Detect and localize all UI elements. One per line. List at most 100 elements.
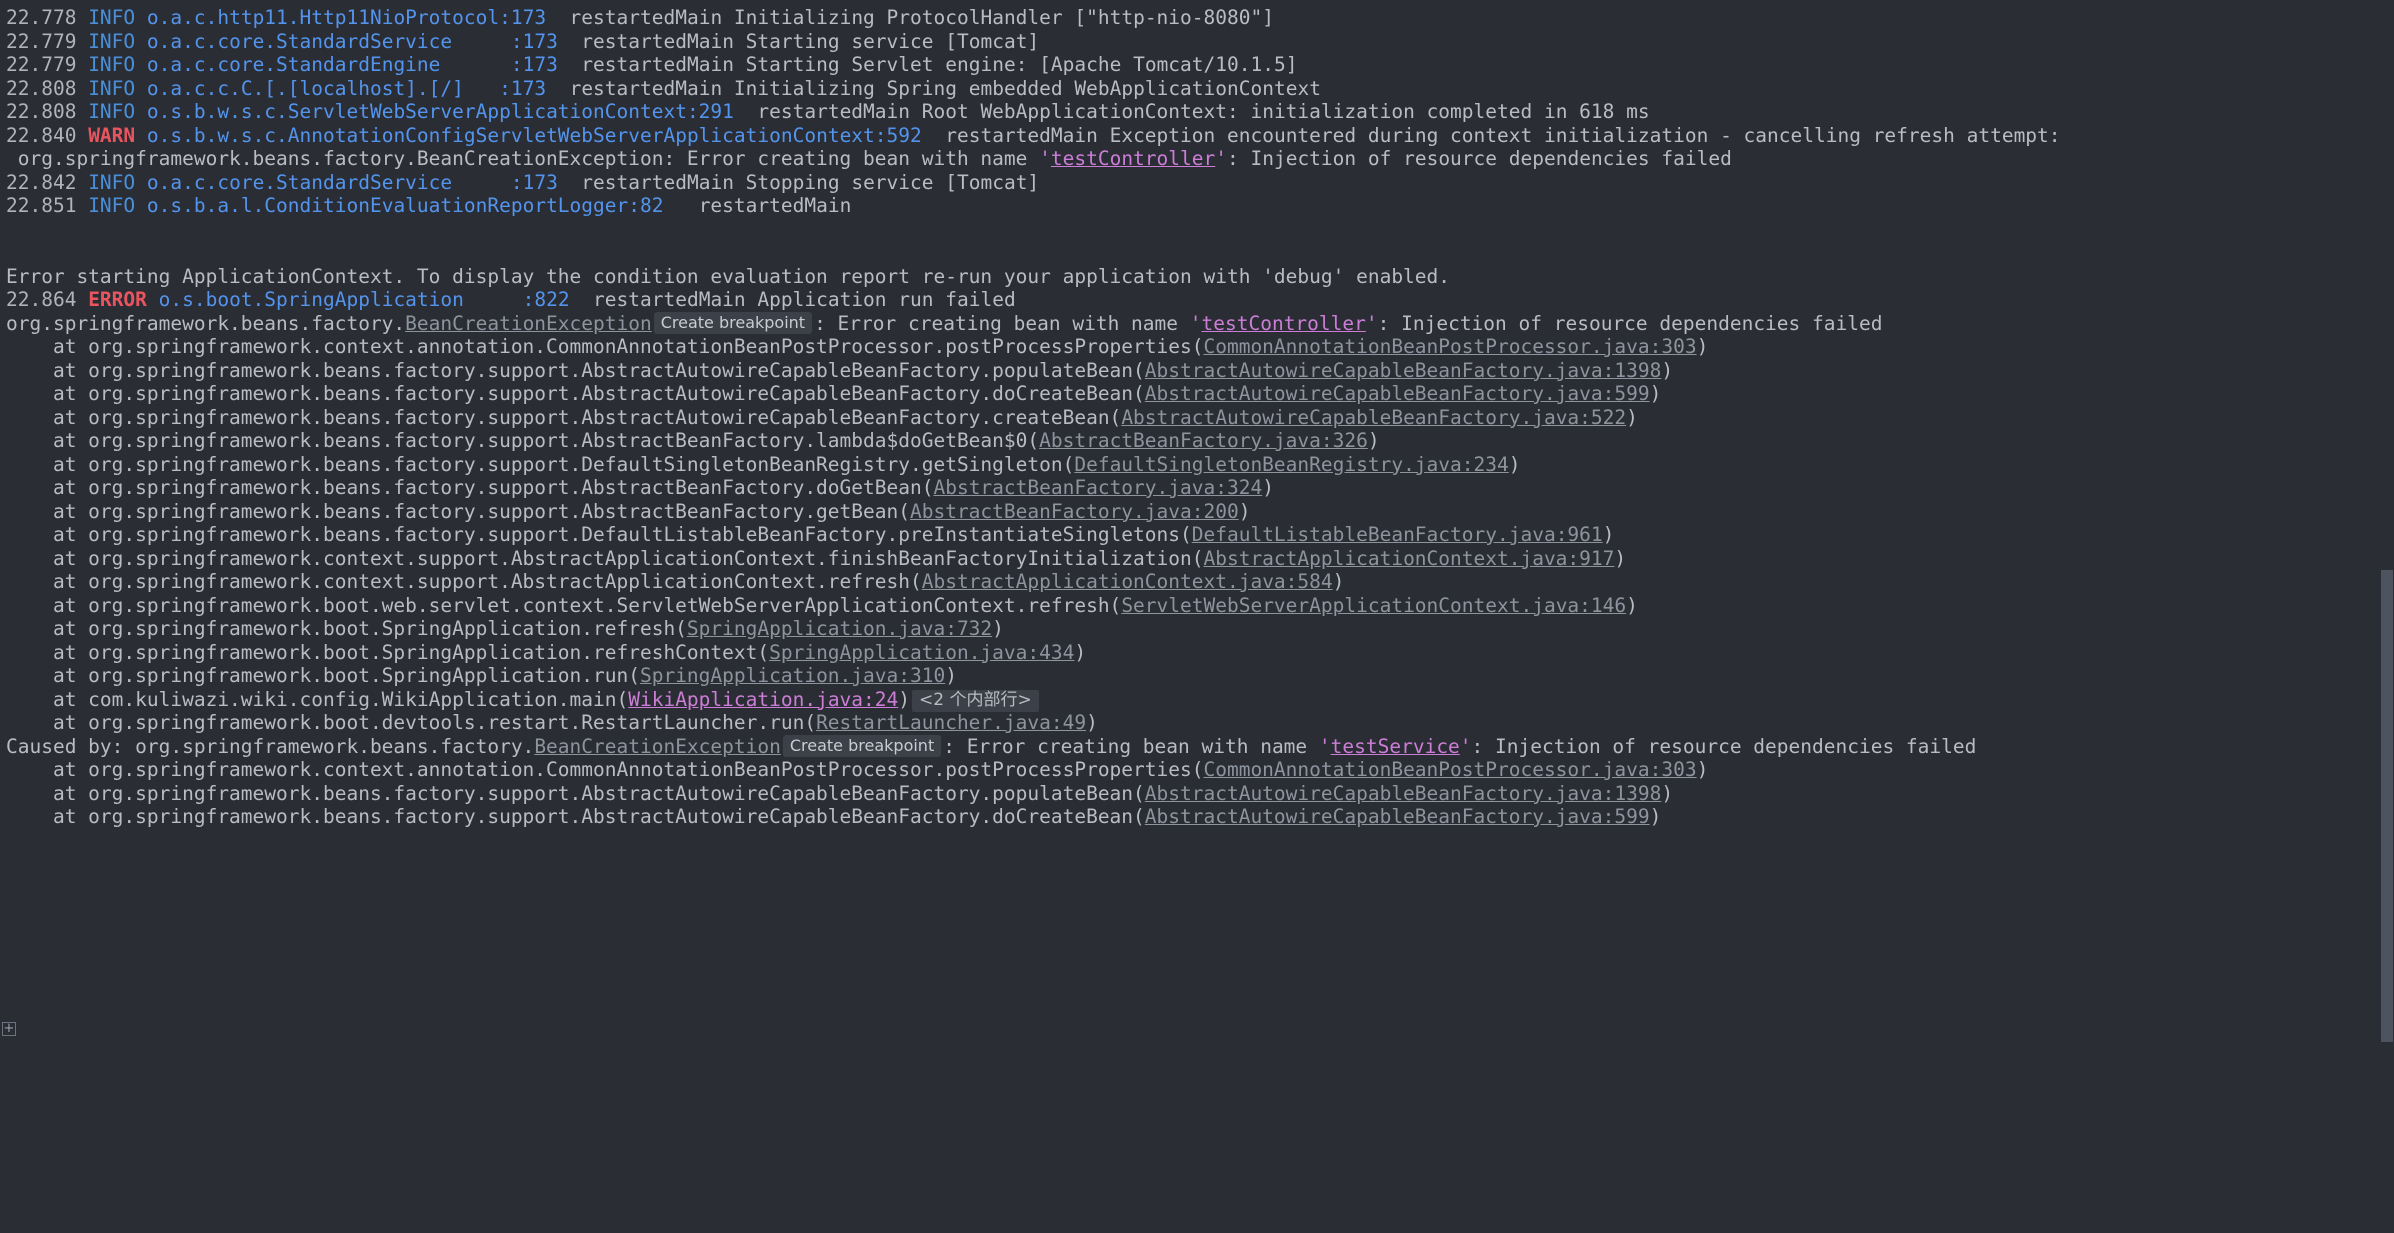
log-segment-link[interactable]: AbstractApplicationContext.java:584 (922, 570, 1333, 593)
log-segment-plain: ) (1626, 593, 1638, 617)
log-segment-plain: : Error creating bean with name (943, 734, 1319, 758)
console-line[interactable]: at org.springframework.beans.factory.sup… (0, 406, 2394, 430)
log-segment-info: INFO (88, 6, 136, 29)
log-segment-time: 22.808 (6, 100, 89, 123)
log-segment-info: INFO (88, 53, 136, 76)
log-segment-link[interactable]: SpringApplication.java:434 (769, 641, 1074, 664)
log-segment-link[interactable]: AbstractBeanFactory.java:326 (1039, 429, 1368, 452)
console-line[interactable]: at org.springframework.beans.factory.sup… (0, 429, 2394, 453)
log-segment-link[interactable]: AbstractAutowireCapableBeanFactory.java:… (1145, 782, 1662, 805)
log-segment-link[interactable]: BeanCreationException (405, 312, 652, 335)
console-line[interactable]: at org.springframework.beans.factory.sup… (0, 476, 2394, 500)
log-segment-hot[interactable]: testService (1331, 735, 1460, 758)
log-segment-link[interactable]: DefaultListableBeanFactory.java:961 (1192, 523, 1603, 546)
log-segment-lineno: :173 (510, 29, 558, 53)
create-breakpoint-badge[interactable]: Create breakpoint (653, 311, 813, 334)
console-line[interactable]: 22.779 INFO o.a.c.core.StandardService :… (0, 30, 2394, 54)
log-segment-hot[interactable]: testController (1202, 312, 1366, 335)
log-segment-plain: ) (1626, 405, 1638, 429)
console-line[interactable]: 22.842 INFO o.a.c.core.StandardService :… (0, 171, 2394, 195)
vertical-scrollbar-thumb[interactable] (2381, 570, 2393, 1042)
log-segment-link[interactable]: AbstractAutowireCapableBeanFactory.java:… (1121, 406, 1626, 429)
log-segment-logger: o.a.c.c.C.[.[localhost].[/] (146, 76, 464, 100)
log-segment-plain (135, 171, 147, 194)
log-segment-link[interactable]: AbstractAutowireCapableBeanFactory.java:… (1145, 382, 1650, 405)
log-segment-hotq: ' (1215, 147, 1227, 170)
log-segment-msg: restartedMain Initializing ProtocolHandl… (546, 6, 1274, 29)
console-line[interactable]: at org.springframework.boot.SpringApplic… (0, 641, 2394, 665)
log-segment-msg: restartedMain Starting service [Tomcat] (557, 29, 1040, 53)
console-line[interactable]: at org.springframework.context.annotatio… (0, 335, 2394, 359)
console-line[interactable]: at org.springframework.beans.factory.sup… (0, 523, 2394, 547)
console-line[interactable]: at org.springframework.beans.factory.sup… (0, 805, 2394, 829)
log-segment-link[interactable]: AbstractBeanFactory.java:324 (933, 476, 1262, 499)
log-segment-plain (6, 241, 18, 264)
log-segment-lineno: :173 (510, 170, 558, 194)
console-line[interactable]: Error starting ApplicationContext. To di… (0, 265, 2394, 289)
console-line[interactable]: 22.808 INFO o.a.c.c.C.[.[localhost].[/] … (0, 77, 2394, 101)
console-line[interactable] (0, 241, 2394, 265)
log-segment-info: INFO (88, 100, 136, 123)
console-line[interactable]: org.springframework.beans.factory.BeanCr… (0, 311, 2394, 336)
console-line[interactable]: 22.778 INFO o.a.c.http11.Http11NioProtoc… (0, 6, 2394, 30)
log-segment-link[interactable]: AbstractApplicationContext.java:917 (1203, 547, 1614, 570)
log-segment-plain (135, 100, 147, 123)
console-line[interactable]: at org.springframework.beans.factory.sup… (0, 453, 2394, 477)
console-line[interactable] (0, 218, 2394, 242)
console-line[interactable]: at org.springframework.boot.web.servlet.… (0, 594, 2394, 618)
log-segment-plain (147, 288, 159, 311)
console-line[interactable]: at org.springframework.boot.SpringApplic… (0, 664, 2394, 688)
console-line[interactable]: at org.springframework.context.annotatio… (0, 758, 2394, 782)
console-line[interactable]: 22.864 ERROR o.s.boot.SpringApplication … (0, 288, 2394, 312)
log-segment-link[interactable]: AbstractAutowireCapableBeanFactory.java:… (1145, 805, 1650, 828)
log-segment-link[interactable]: CommonAnnotationBeanPostProcessor.java:3… (1203, 335, 1696, 358)
log-segment-link[interactable]: DefaultSingletonBeanRegistry.java:234 (1074, 453, 1508, 476)
log-segment-link[interactable]: SpringApplication.java:310 (640, 664, 945, 687)
log-segment-plain (464, 77, 499, 100)
log-segment-hot[interactable]: testController (1051, 147, 1215, 170)
log-segment-plain: at org.springframework.beans.factory.sup… (6, 805, 1145, 828)
log-segment-time: 22.779 (6, 53, 89, 76)
console-line[interactable]: at org.springframework.beans.factory.sup… (0, 782, 2394, 806)
run-console-panel[interactable]: + 22.778 INFO o.a.c.http11.Http11NioProt… (0, 0, 2394, 1233)
vertical-scrollbar-track[interactable] (2380, 0, 2394, 1233)
create-breakpoint-badge[interactable]: Create breakpoint (782, 734, 942, 757)
log-segment-hotq: ' (1459, 734, 1472, 758)
log-segment-msg: restartedMain Application run failed (569, 288, 1016, 311)
log-segment-link[interactable]: SpringApplication.java:732 (687, 617, 992, 640)
console-line[interactable]: at org.springframework.boot.devtools.res… (0, 711, 2394, 735)
log-segment-plain (6, 218, 18, 241)
log-segment-link[interactable]: ServletWebServerApplicationContext.java:… (1121, 594, 1626, 617)
expand-fold-icon[interactable]: + (2, 1022, 16, 1036)
console-line[interactable]: at org.springframework.boot.SpringApplic… (0, 617, 2394, 641)
log-segment-link[interactable]: CommonAnnotationBeanPostProcessor.java:3… (1203, 758, 1696, 781)
log-segment-link[interactable]: AbstractAutowireCapableBeanFactory.java:… (1145, 359, 1662, 382)
log-segment-hotq: ' (1365, 311, 1378, 335)
console-line[interactable]: at org.springframework.beans.factory.sup… (0, 382, 2394, 406)
log-segment-hotq: ' (1318, 734, 1331, 758)
log-segment-logger: o.a.c.core.StandardService (146, 29, 453, 53)
collapsed-internal-frames-badge[interactable]: <2 个内部行> (912, 689, 1039, 712)
console-line[interactable]: at org.springframework.beans.factory.sup… (0, 500, 2394, 524)
console-line[interactable]: 22.851 INFO o.s.b.a.l.ConditionEvaluatio… (0, 194, 2394, 218)
console-line[interactable]: 22.808 INFO o.s.b.w.s.c.ServletWebServer… (0, 100, 2394, 124)
console-line[interactable]: 22.840 WARN o.s.b.w.s.c.AnnotationConfig… (0, 124, 2394, 148)
log-segment-link[interactable]: BeanCreationException (534, 735, 781, 758)
log-segment-hot[interactable]: WikiApplication.java:24 (628, 688, 898, 711)
log-segment-plain: ) (1238, 499, 1251, 523)
log-segment-link[interactable]: RestartLauncher.java:49 (816, 711, 1086, 734)
console-line[interactable]: Caused by: org.springframework.beans.fac… (0, 734, 2394, 759)
log-segment-plain: ) (945, 664, 957, 687)
log-segment-msg: restartedMain Exception encountered duri… (921, 123, 2061, 147)
log-segment-time: 22.864 (6, 288, 89, 311)
log-segment-lineno: :173 (510, 53, 558, 76)
console-line[interactable]: at org.springframework.beans.factory.sup… (0, 359, 2394, 383)
console-line[interactable]: at org.springframework.context.support.A… (0, 570, 2394, 594)
console-line[interactable]: at org.springframework.context.support.A… (0, 547, 2394, 571)
log-segment-plain: at org.springframework.beans.factory.sup… (6, 405, 1122, 429)
console-line[interactable]: org.springframework.beans.factory.BeanCr… (0, 147, 2394, 171)
console-line[interactable]: 22.779 INFO o.a.c.core.StandardEngine :1… (0, 53, 2394, 77)
log-segment-plain: at com.kuliwazi.wiki.config.WikiApplicat… (6, 687, 629, 711)
log-segment-link[interactable]: AbstractBeanFactory.java:200 (910, 500, 1239, 523)
console-line[interactable]: at com.kuliwazi.wiki.config.WikiApplicat… (0, 688, 2394, 712)
